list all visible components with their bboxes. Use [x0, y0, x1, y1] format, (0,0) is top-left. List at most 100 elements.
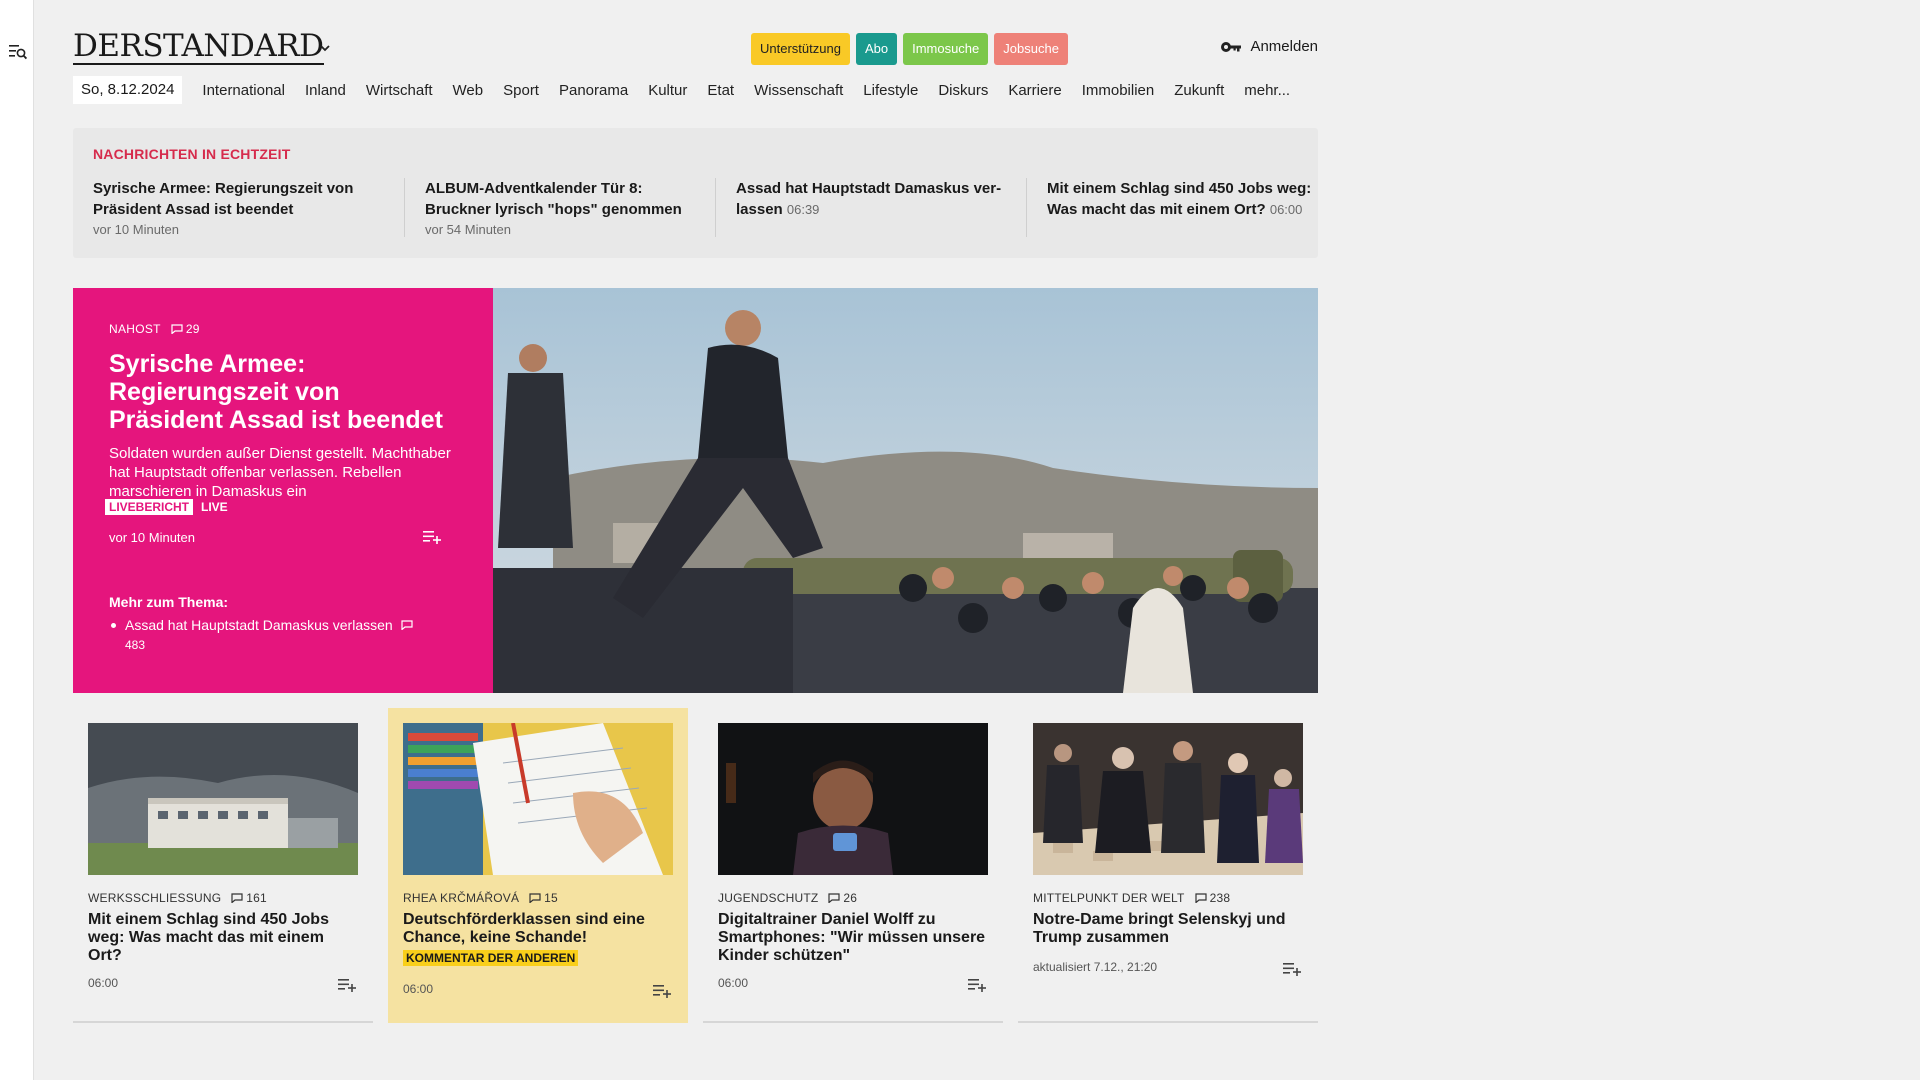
nav-item-more[interactable]: mehr...: [1244, 82, 1290, 99]
card-kicker: MITTELPUNKT DER WELT 238: [1033, 891, 1303, 905]
card-title[interactable]: Notre-Dame bringt Selenskyj und Trump zu…: [1033, 911, 1303, 947]
nav-date: So, 8.12.2024: [73, 76, 183, 104]
card-time: 06:00: [403, 982, 434, 996]
badge-immosuche[interactable]: Immosuche: [903, 33, 989, 65]
ticker-list: Syrische Armee: Regierungszeit von Präsi…: [93, 178, 1337, 237]
add-to-list-icon[interactable]: [1283, 962, 1303, 976]
more-topic-title: Mehr zum Thema:: [109, 594, 229, 610]
ticker-time: 06:39: [786, 202, 820, 217]
card-kicker-label: JUGENDSCHUTZ: [718, 891, 819, 905]
comment-icon: [828, 893, 841, 903]
ticker-time: 06:00: [1269, 202, 1303, 217]
ticker-item[interactable]: Mit einem Schlag sind 450 Jobs weg: Was …: [1026, 178, 1337, 237]
add-to-list-icon[interactable]: [338, 978, 358, 992]
key-icon: [1221, 41, 1242, 52]
more-topic-link[interactable]: Assad hat Hauptstadt Damaskus verlassen …: [111, 616, 445, 655]
ticker-time: vor 54 Minuten: [425, 222, 511, 237]
hero-article[interactable]: NAHOST 29 Syrische Armee: Regierungszeit…: [73, 288, 1318, 693]
add-to-list-icon[interactable]: [423, 530, 443, 544]
ticker-headline-wrap: Assad hat Hauptstadt Damaskus ver-lassen…: [736, 178, 1006, 220]
card-comment-count: 238: [1209, 891, 1231, 905]
article-card[interactable]: MITTELPUNKT DER WELT 238 Notre-Dame brin…: [1018, 708, 1318, 1023]
nav-item-inland[interactable]: Inland: [305, 82, 346, 99]
badge-unterstuetzung[interactable]: Unterstützung: [751, 33, 850, 65]
notre-dame-photo: [1033, 723, 1303, 875]
article-card[interactable]: JUGENDSCHUTZ 26 Digitaltrainer Daniel Wo…: [703, 708, 1003, 1023]
nav-item-web[interactable]: Web: [453, 82, 484, 99]
more-topic-comment-count: 483: [125, 638, 146, 652]
card-kicker-label: MITTELPUNKT DER WELT: [1033, 891, 1185, 905]
main-nav: So, 8.12.2024 International Inland Wirts…: [73, 76, 1310, 104]
article-card[interactable]: WERKSSCHLIESSUNG 161 Mit einem Schlag si…: [73, 708, 373, 1023]
menu-search-icon[interactable]: [9, 44, 27, 60]
card-image[interactable]: [1033, 723, 1303, 875]
nav-item-kultur[interactable]: Kultur: [648, 82, 687, 99]
add-to-list-icon[interactable]: [968, 978, 988, 992]
ticker-headline: Assad hat Hauptstadt Damaskus ver-lassen: [736, 180, 1002, 218]
nav-item-karriere[interactable]: Karriere: [1008, 82, 1061, 99]
nav-item-diskurs[interactable]: Diskurs: [938, 82, 988, 99]
card-title[interactable]: Deutschförderklassen sind eine Chance, k…: [403, 911, 673, 947]
nav-item-immobilien[interactable]: Immobilien: [1082, 82, 1155, 99]
card-comments[interactable]: 161: [231, 891, 267, 905]
card-kicker: JUGENDSCHUTZ 26: [718, 891, 988, 905]
hero-text-panel: NAHOST 29 Syrische Armee: Regierungszeit…: [73, 288, 493, 693]
ticker-headline: ALBUM-Adventkalender Tür 8: Bruckner lyr…: [425, 180, 682, 218]
opinion-tag: KOMMENTAR DER ANDEREN: [403, 950, 579, 966]
hero-comments[interactable]: 29: [171, 322, 200, 336]
hero-photo-illustration: [493, 288, 1318, 693]
card-time: 06:00: [88, 976, 119, 990]
badge-jobsuche[interactable]: Jobsuche: [994, 33, 1068, 65]
card-title[interactable]: Digitaltrainer Daniel Wolff zu Smartphon…: [718, 911, 988, 965]
nav-item-panorama[interactable]: Panorama: [559, 82, 628, 99]
card-kicker: WERKSSCHLIESSUNG 161: [88, 891, 358, 905]
article-card-opinion[interactable]: RHEA KRČMÁŘOVÁ 15 Deutschförderklassen s…: [388, 708, 688, 1023]
ticker-time: vor 10 Minuten: [93, 222, 179, 237]
chevron-down-icon[interactable]: [319, 42, 331, 54]
card-comments[interactable]: 15: [529, 891, 558, 905]
factory-photo: [88, 723, 358, 875]
comment-icon: [529, 893, 541, 903]
nav-item-sport[interactable]: Sport: [503, 82, 539, 99]
article-cards: WERKSSCHLIESSUNG 161 Mit einem Schlag si…: [73, 708, 1318, 1023]
nav-item-wissenschaft[interactable]: Wissenschaft: [754, 82, 843, 99]
card-kicker-label: WERKSSCHLIESSUNG: [88, 891, 222, 905]
site-logo[interactable]: DERSTANDARD: [73, 30, 324, 65]
card-comments[interactable]: 238: [1194, 891, 1231, 905]
nav-item-zukunft[interactable]: Zukunft: [1174, 82, 1224, 99]
card-kicker-label: RHEA KRČMÁŘOVÁ: [403, 891, 520, 905]
card-comments[interactable]: 26: [828, 891, 857, 905]
badge-abo[interactable]: Abo: [855, 33, 898, 65]
nav-item-international[interactable]: International: [202, 82, 285, 99]
nav-item-etat[interactable]: Etat: [707, 82, 734, 99]
card-time: aktualisiert 7.12., 21:20: [1033, 960, 1158, 974]
hero-kicker: NAHOST 29: [109, 322, 457, 336]
ticker-title: NACHRICHTEN IN ECHTZEIT: [93, 146, 291, 162]
card-time: 06:00: [718, 976, 749, 990]
card-comment-count: 26: [843, 891, 858, 905]
nav-item-wirtschaft[interactable]: Wirtschaft: [366, 82, 433, 99]
more-topic-label: Assad hat Hauptstadt Damaskus verlassen: [125, 617, 393, 633]
login-button[interactable]: Anmelden: [1220, 38, 1318, 55]
hero-image[interactable]: [493, 288, 1318, 693]
live-label: LIVE: [201, 500, 228, 514]
ticker-item[interactable]: ALBUM-Adventkalender Tür 8: Bruckner lyr…: [404, 178, 715, 237]
card-image[interactable]: [88, 723, 358, 875]
page: DERSTANDARD Unterstützung Abo Immosuche …: [73, 0, 1318, 1023]
ticker-item[interactable]: Syrische Armee: Regierungszeit von Präsi…: [93, 178, 404, 237]
hero-comment-count: 29: [185, 322, 200, 336]
hero-title[interactable]: Syrische Armee: Regierungszeit von Präsi…: [109, 350, 457, 434]
header: DERSTANDARD Unterstützung Abo Immosuche …: [73, 0, 1318, 104]
card-comment-count: 15: [544, 891, 558, 905]
news-ticker: NACHRICHTEN IN ECHTZEIT Syrische Armee: …: [73, 128, 1318, 258]
card-image[interactable]: [403, 723, 673, 875]
add-to-list-icon[interactable]: [653, 984, 673, 998]
ticker-headline-wrap: Mit einem Schlag sind 450 Jobs weg: Was …: [1047, 178, 1317, 220]
card-image[interactable]: [718, 723, 988, 875]
classroom-photo: [403, 723, 673, 875]
card-title[interactable]: Mit einem Schlag sind 450 Jobs weg: Was …: [88, 911, 358, 965]
card-kicker: RHEA KRČMÁŘOVÁ 15: [403, 891, 673, 905]
hero-time: vor 10 Minuten: [109, 530, 195, 545]
nav-item-lifestyle[interactable]: Lifestyle: [863, 82, 918, 99]
ticker-item[interactable]: Assad hat Hauptstadt Damaskus ver-lassen…: [715, 178, 1026, 237]
